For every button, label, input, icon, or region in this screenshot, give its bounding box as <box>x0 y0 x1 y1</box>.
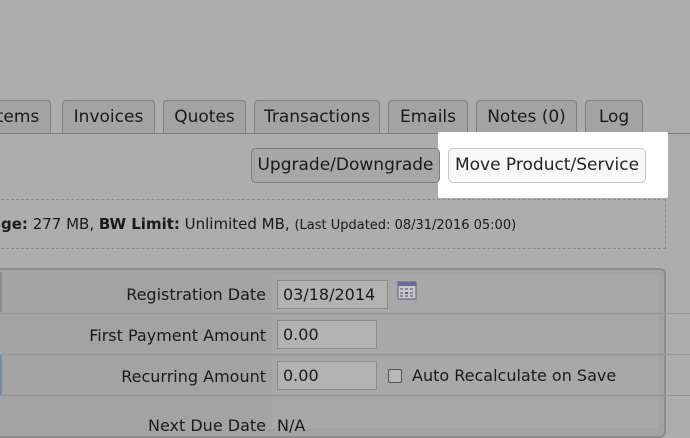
auto-recalculate-label: Auto Recalculate on Save <box>412 366 617 385</box>
tab-log[interactable]: Log <box>585 100 643 133</box>
next-due-date-cell <box>272 399 658 428</box>
first-payment-label: First Payment Amount <box>89 326 266 345</box>
recurring-amount-input[interactable]: 0.00 <box>277 361 377 390</box>
tab-invoices[interactable]: Invoices <box>62 100 155 133</box>
tab-items[interactable]: Items <box>0 100 51 133</box>
bw-limit-label: BW Limit: <box>98 215 180 233</box>
row-separator <box>0 395 690 396</box>
tab-transactions[interactable]: Transactions <box>254 100 380 133</box>
tab-emails[interactable]: Emails <box>388 100 468 133</box>
first-payment-input[interactable]: 0.00 <box>277 320 377 349</box>
row-separator <box>0 313 690 314</box>
bw-limit-value: Unlimited MB, <box>179 215 295 233</box>
next-due-date-value: N/A <box>277 416 306 435</box>
last-updated: (Last Updated: 08/31/2016 05:00) <box>294 218 517 233</box>
row-separator <box>0 354 690 355</box>
upgrade-downgrade-button[interactable]: Upgrade/Downgrade <box>251 148 440 183</box>
disk-usage-label: ge: <box>1 215 28 233</box>
recurring-amount-label: Recurring Amount <box>121 367 266 386</box>
tab-notes[interactable]: Notes (0) <box>476 100 577 133</box>
tab-bar: Items Invoices Quotes Transactions Email… <box>0 100 690 134</box>
registration-date-input[interactable]: 03/18/2014 <box>277 280 388 309</box>
move-product-service-button[interactable]: Move Product/Service <box>448 148 646 183</box>
registration-date-label: Registration Date <box>126 285 266 304</box>
disk-usage-value: 277 MB, <box>27 215 99 233</box>
usage-summary: ge: 277 MB, BW Limit: Unlimited MB, (Las… <box>0 199 666 249</box>
calendar-icon[interactable] <box>397 280 417 300</box>
auto-recalculate-checkbox[interactable] <box>388 369 402 383</box>
tab-quotes[interactable]: Quotes <box>163 100 246 133</box>
next-due-date-label: Next Due Date <box>148 416 266 435</box>
